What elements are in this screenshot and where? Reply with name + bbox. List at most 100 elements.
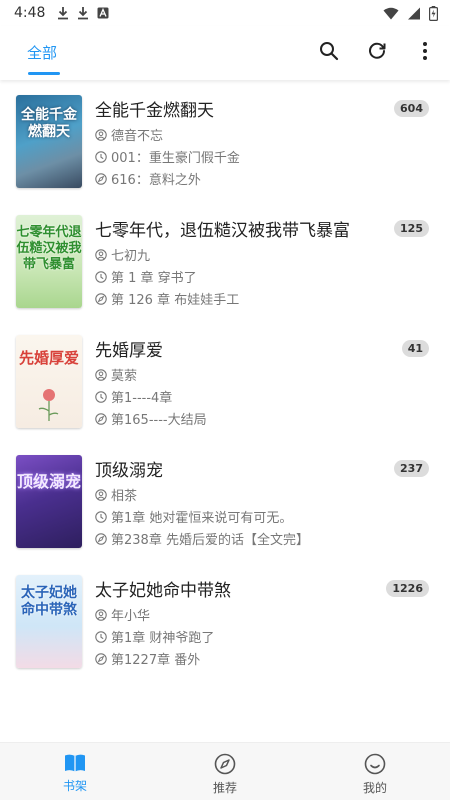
app-bar-actions — [316, 38, 438, 64]
chapter-count-badge: 125 — [394, 220, 429, 237]
last-read-row: 001：重生豪门假千金 — [95, 147, 240, 166]
latest-chapter-row: 616：意料之外 — [95, 169, 201, 188]
book-author: 年小华 — [111, 609, 151, 624]
last-read-row: 第1章 财神爷跑了 — [95, 627, 214, 646]
book-title: 全能千金燃翻天 — [95, 101, 214, 121]
cover-title: 七零年代退伍糙汉被我带飞暴富 — [16, 225, 82, 272]
chapter-count-badge: 237 — [394, 460, 429, 477]
book-cover: 全能千金燃翻天 — [16, 95, 82, 188]
author-icon — [95, 368, 107, 381]
book-cover: 顶级溺宠 — [16, 455, 82, 548]
last-read-row: 第 1 章 穿书了 — [95, 267, 197, 286]
more-vertical-icon — [423, 42, 427, 60]
status-time: 4:48 — [14, 5, 46, 21]
author-icon — [95, 608, 107, 621]
download-icon — [78, 7, 89, 20]
book-list: 全能千金燃翻天 全能千金燃翻天 604 德音不忘 001：重生豪门假千金 616… — [0, 80, 450, 742]
clock-icon — [95, 150, 107, 163]
app-notification-icon — [97, 7, 109, 19]
chapter-count-badge: 1226 — [386, 580, 429, 597]
book-title: 先婚厚爱 — [95, 341, 163, 361]
author-icon — [95, 248, 107, 261]
latest-chapter: 第165----大结局 — [111, 413, 207, 428]
compass-icon — [95, 412, 107, 425]
author-row: 莫萦 — [95, 365, 137, 384]
book-cover: 太子妃她命中带煞 — [16, 575, 82, 668]
clock-icon — [95, 510, 107, 523]
book-author: 七初九 — [111, 249, 151, 264]
battery-icon — [429, 5, 438, 21]
refresh-icon — [369, 42, 386, 59]
last-read-chapter: 第1章 财神爷跑了 — [111, 631, 215, 646]
compass-icon — [95, 292, 107, 305]
cover-title: 先婚厚爱 — [18, 349, 79, 367]
clock-icon — [95, 270, 107, 283]
tab-all[interactable]: 全部 — [27, 42, 57, 63]
cover-title: 顶级溺宠 — [16, 472, 81, 491]
latest-chapter: 第238章 先婚后爱的话【全文完】 — [111, 533, 309, 548]
book-title: 七零年代，退伍糙汉被我带飞暴富 — [95, 221, 350, 241]
refresh-button[interactable] — [364, 38, 390, 64]
book-item[interactable]: 全能千金燃翻天 全能千金燃翻天 604 德音不忘 001：重生豪门假千金 616… — [0, 80, 450, 200]
chapter-count-badge: 604 — [394, 100, 429, 117]
bottom-nav: 书架 推荐 我的 — [0, 742, 450, 800]
notification-icons — [57, 6, 109, 20]
author-icon — [95, 128, 107, 141]
last-read-chapter: 第1章 她对霍恒来说可有可无。 — [111, 511, 293, 526]
smiley-icon — [364, 753, 386, 775]
chapter-count-badge: 41 — [401, 340, 429, 357]
book-icon — [65, 754, 85, 772]
last-read-row: 第1章 她对霍恒来说可有可无。 — [95, 507, 292, 526]
nav-item-recommend[interactable]: 推荐 — [150, 743, 300, 800]
latest-chapter: 第1227章 番外 — [111, 653, 201, 668]
book-author: 莫萦 — [111, 369, 138, 384]
rose-illustration-icon — [38, 389, 59, 421]
clock-icon — [95, 390, 107, 403]
compass-icon — [95, 172, 107, 185]
nav-item-bookshelf[interactable]: 书架 — [0, 743, 150, 800]
book-author: 德音不忘 — [111, 129, 164, 144]
tab-indicator — [28, 72, 60, 75]
last-read-row: 第1----4章 — [95, 387, 172, 406]
search-icon — [320, 42, 339, 61]
author-row: 德音不忘 — [95, 125, 163, 144]
last-read-chapter: 第 1 章 穿书了 — [111, 271, 197, 286]
book-item[interactable]: 顶级溺宠 顶级溺宠 237 相茶 第1章 她对霍恒来说可有可无。 第238章 先… — [0, 440, 450, 560]
last-read-chapter: 第1----4章 — [111, 391, 173, 406]
nav-label-bookshelf: 书架 — [62, 779, 87, 793]
book-cover: 七零年代退伍糙汉被我带飞暴富 — [16, 215, 82, 308]
cover-title: 全能千金燃翻天 — [21, 107, 77, 140]
latest-chapter-row: 第238章 先婚后爱的话【全文完】 — [95, 529, 309, 548]
latest-chapter-row: 第 126 章 布娃娃手工 — [95, 289, 239, 308]
book-author: 相茶 — [111, 489, 138, 504]
book-cover: 先婚厚爱 — [16, 335, 82, 428]
compass-icon — [214, 753, 236, 775]
latest-chapter: 第 126 章 布娃娃手工 — [111, 293, 240, 308]
last-read-chapter: 001：重生豪门假千金 — [111, 151, 240, 166]
clock-icon — [95, 630, 107, 643]
compass-icon — [95, 532, 107, 545]
latest-chapter-row: 第165----大结局 — [95, 409, 207, 428]
author-row: 七初九 — [95, 245, 150, 264]
book-title: 顶级溺宠 — [95, 461, 163, 481]
app-bar: 全部 — [0, 26, 450, 80]
signal-icon — [408, 7, 420, 19]
cover-title: 太子妃她命中带煞 — [21, 585, 77, 618]
nav-label-recommend: 推荐 — [212, 781, 237, 795]
book-title: 太子妃她命中带煞 — [95, 581, 231, 601]
compass-icon — [95, 652, 107, 665]
latest-chapter: 616：意料之外 — [111, 173, 201, 188]
download-icon — [58, 7, 69, 20]
more-button[interactable] — [412, 38, 438, 64]
latest-chapter-row: 第1227章 番外 — [95, 649, 200, 668]
wifi-icon — [383, 7, 399, 19]
status-bar: 4:48 — [0, 0, 450, 26]
nav-item-mine[interactable]: 我的 — [300, 743, 450, 800]
author-row: 年小华 — [95, 605, 150, 624]
author-icon — [95, 488, 107, 501]
search-button[interactable] — [316, 38, 342, 64]
book-item[interactable]: 太子妃她命中带煞 太子妃她命中带煞 1226 年小华 第1章 财神爷跑了 第12… — [0, 560, 450, 680]
author-row: 相茶 — [95, 485, 137, 504]
book-item[interactable]: 七零年代退伍糙汉被我带飞暴富 七零年代，退伍糙汉被我带飞暴富 125 七初九 第… — [0, 200, 450, 320]
book-item[interactable]: 先婚厚爱 先婚厚爱 41 莫萦 第1----4章 第165----大结局 — [0, 320, 450, 440]
